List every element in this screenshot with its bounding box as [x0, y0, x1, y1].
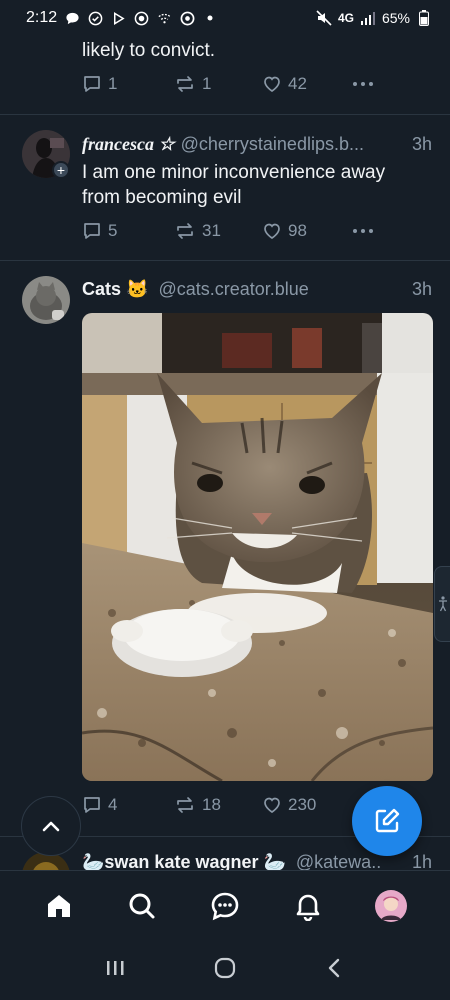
heart-icon: [264, 223, 280, 240]
reply-button[interactable]: 1: [82, 74, 174, 94]
repost-button[interactable]: 1: [174, 74, 262, 94]
reply-icon: [84, 223, 100, 239]
dot-icon: [202, 10, 218, 26]
post-actions: 5 31 98: [82, 221, 382, 241]
post-time: 3h: [411, 279, 432, 299]
back-button[interactable]: [324, 957, 346, 984]
status-time: 2:12: [26, 9, 58, 26]
record-icon: [133, 10, 149, 26]
repost-icon: [177, 797, 193, 813]
repost-icon: [177, 76, 193, 92]
reply-count: 1: [108, 74, 118, 93]
status-bar: 2:12 4G 65%: [0, 0, 450, 36]
heart-icon: [264, 76, 280, 93]
reply-button[interactable]: 4: [82, 795, 174, 815]
like-button[interactable]: 98: [262, 221, 352, 241]
post-header: francesca ☆ @cherrystainedlips.b... 3h: [82, 134, 432, 155]
check-circle-icon: [87, 10, 103, 26]
chat-icon: [211, 892, 239, 920]
post-image[interactable]: [82, 313, 433, 781]
accessibility-tab[interactable]: [434, 566, 450, 642]
tab-search[interactable]: [118, 882, 166, 930]
like-count: 42: [288, 74, 307, 93]
follow-plus-icon[interactable]: +: [52, 161, 70, 179]
recent-apps-button[interactable]: [104, 958, 126, 983]
repost-count: 31: [202, 221, 221, 240]
more-options-button[interactable]: [352, 228, 374, 234]
battery-icon: [416, 10, 432, 26]
like-button[interactable]: 230: [262, 795, 352, 815]
wifi-off-icon: [156, 10, 172, 26]
post-header: Cats 🐱 @cats.creator.blue 3h: [82, 279, 432, 300]
search-icon: [129, 893, 155, 918]
reply-icon: [84, 797, 100, 813]
like-count: 98: [288, 221, 307, 240]
more-dots-icon: [353, 82, 373, 86]
display-name[interactable]: francesca ☆: [82, 134, 175, 155]
repost-count: 1: [202, 74, 212, 93]
tab-profile[interactable]: [367, 882, 415, 930]
recent-apps-icon: [107, 960, 124, 975]
post-text: I am one minor inconvenience away from b…: [82, 162, 386, 208]
repost-button[interactable]: 31: [174, 221, 262, 241]
avatar-cats[interactable]: [22, 276, 70, 324]
post-divider: [0, 114, 450, 115]
repost-count: 18: [202, 795, 221, 814]
back-chevron-icon: [328, 958, 340, 977]
feed[interactable]: likely to convict. 1 1 42 + francesca ☆ …: [0, 0, 450, 870]
like-button[interactable]: 42: [262, 74, 352, 94]
display-name[interactable]: 🦢swan kate wagner 🦢: [82, 852, 286, 870]
system-navigation-bar: [0, 940, 450, 1000]
post-actions: 4 18 230: [82, 795, 382, 815]
heart-icon: [264, 797, 280, 814]
post-divider: [0, 260, 450, 261]
reply-count: 5: [108, 221, 118, 240]
repost-button[interactable]: 18: [174, 795, 262, 815]
target-icon: [179, 10, 195, 26]
reply-button[interactable]: 5: [82, 221, 174, 241]
scroll-to-top-button[interactable]: [21, 796, 81, 856]
profile-avatar: [374, 889, 407, 922]
reply-icon: [84, 76, 100, 92]
signal-icon: [360, 10, 376, 26]
compose-icon: [375, 808, 400, 833]
post-time: 3h: [411, 134, 432, 154]
mute-icon: [316, 10, 332, 26]
chat-bubble-icon: [64, 10, 80, 26]
like-count: 230: [288, 795, 317, 814]
chevron-up-icon: [42, 821, 60, 832]
bottom-tab-bar: [0, 870, 450, 940]
battery-percent: 65%: [381, 10, 410, 26]
home-circle-icon: [214, 957, 236, 978]
play-icon: [110, 10, 126, 26]
user-handle[interactable]: @cats.creator.blue: [158, 279, 404, 300]
home-icon: [48, 894, 71, 917]
display-name[interactable]: Cats 🐱: [82, 279, 148, 300]
tab-home[interactable]: [35, 882, 83, 930]
accessibility-icon: [438, 596, 447, 612]
cat-photo: [82, 313, 433, 781]
repost-icon: [177, 223, 193, 239]
post-time: 1h: [411, 852, 432, 870]
bell-icon: [296, 894, 320, 921]
tab-chat[interactable]: [201, 882, 249, 930]
reply-count: 4: [108, 795, 118, 814]
post-actions: 1 1 42: [82, 74, 382, 94]
tab-notifications[interactable]: [284, 882, 332, 930]
more-options-button[interactable]: [352, 81, 374, 87]
network-type: 4G: [337, 11, 354, 25]
home-button[interactable]: [214, 957, 236, 984]
more-dots-icon: [353, 229, 373, 233]
post-text: likely to convict.: [82, 40, 216, 61]
compose-button[interactable]: [352, 786, 422, 856]
user-handle[interactable]: @cherrystainedlips.b...: [181, 134, 404, 155]
